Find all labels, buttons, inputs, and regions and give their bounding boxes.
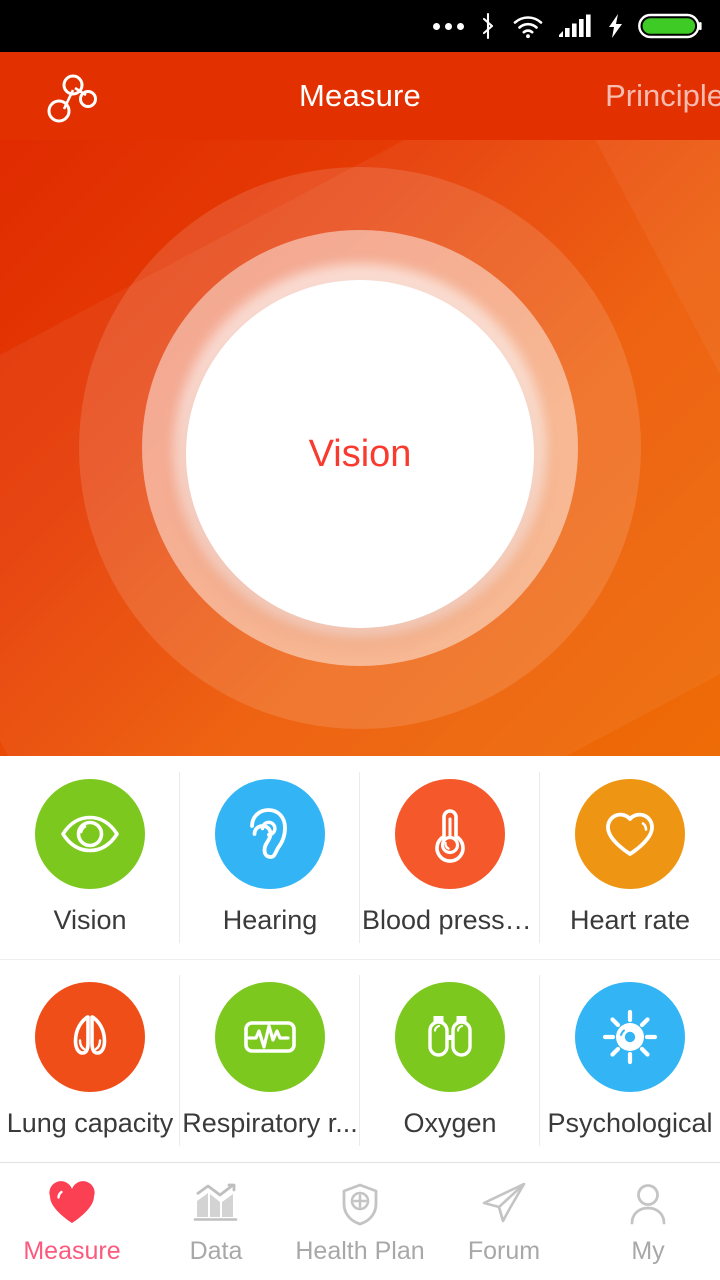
tab-label: Measure (23, 1237, 121, 1265)
grid-item-lung-capacity[interactable]: Lung capacity (0, 959, 180, 1162)
paper-plane-icon (479, 1177, 529, 1227)
cellular-signal-icon (559, 14, 591, 37)
tab-label: Forum (467, 1237, 541, 1265)
tab-data[interactable]: Data (144, 1163, 288, 1280)
ear-icon (250, 808, 287, 859)
grid-item-label: Oxygen (403, 1108, 497, 1138)
tab-measure[interactable]: Measure (0, 1163, 144, 1280)
oxygen-tanks-icon (428, 1016, 472, 1057)
grid-item-respiratory-rate[interactable]: Respiratory r... (180, 959, 360, 1162)
grid-item-blood-pressure[interactable]: Blood pressure (360, 756, 540, 959)
thermometer-icon (435, 809, 465, 863)
hearing-icon-circle (215, 779, 325, 889)
tab-health-plan[interactable]: Health Plan (288, 1163, 432, 1280)
blood-pressure-icon-circle (395, 779, 505, 889)
app-header: Measure Principle (0, 52, 720, 140)
grid-item-label: Respiratory r... (182, 1108, 358, 1138)
grid-item-label: Heart rate (569, 905, 691, 935)
charging-bolt-icon (609, 14, 622, 38)
hero-button-label: Vision (308, 432, 412, 475)
psychological-icon-circle (575, 982, 685, 1092)
shield-plus-icon (335, 1177, 385, 1227)
principle-button[interactable]: Principle (605, 78, 720, 114)
bar-chart-icon (191, 1177, 241, 1227)
bluetooth-icon (482, 12, 494, 40)
grid-item-label: Lung capacity (6, 1108, 174, 1138)
grid-item-vision[interactable]: Vision (0, 756, 180, 959)
more-dots-icon (433, 22, 464, 30)
ecg-wave-icon (244, 1021, 296, 1053)
grid-item-label: Hearing (222, 905, 318, 935)
tab-label: Data (189, 1237, 243, 1265)
battery-icon (638, 13, 702, 39)
tab-my[interactable]: My (576, 1163, 720, 1280)
heart-filled-icon (47, 1177, 97, 1227)
vision-icon-circle (35, 779, 145, 889)
hero-measure-area: Vision (0, 140, 720, 756)
heart-rate-icon-circle (575, 779, 685, 889)
tab-forum[interactable]: Forum (432, 1163, 576, 1280)
grid-item-oxygen[interactable]: Oxygen (360, 959, 540, 1162)
grid-item-label: Blood pressure (362, 905, 538, 935)
grid-item-psychological[interactable]: Psychological (540, 959, 720, 1162)
grid-item-hearing[interactable]: Hearing (180, 756, 360, 959)
grid-item-heart-rate[interactable]: Heart rate (540, 756, 720, 959)
start-measure-button[interactable]: Vision (186, 280, 534, 628)
tab-label: My (631, 1237, 665, 1265)
app-screen: Measure Principle Vision Vision Hearing … (0, 0, 720, 1280)
oxygen-icon-circle (395, 982, 505, 1092)
wifi-icon (513, 16, 543, 39)
grid-item-label: Vision (53, 905, 127, 935)
person-icon (623, 1177, 673, 1227)
bottom-tab-bar: Measure Data Health Plan Forum My (0, 1162, 720, 1280)
lungs-icon (73, 1015, 107, 1055)
grid-item-label: Psychological (547, 1108, 713, 1138)
lung-capacity-icon-circle (35, 982, 145, 1092)
sun-brain-icon (602, 1009, 658, 1065)
measurement-grid: Vision Hearing Blood pressure Heart rate… (0, 756, 720, 1162)
tab-label: Health Plan (295, 1237, 425, 1265)
respiratory-rate-icon-circle (215, 982, 325, 1092)
status-bar (0, 0, 720, 52)
heart-outline-icon (606, 812, 654, 856)
eye-icon (61, 815, 119, 853)
